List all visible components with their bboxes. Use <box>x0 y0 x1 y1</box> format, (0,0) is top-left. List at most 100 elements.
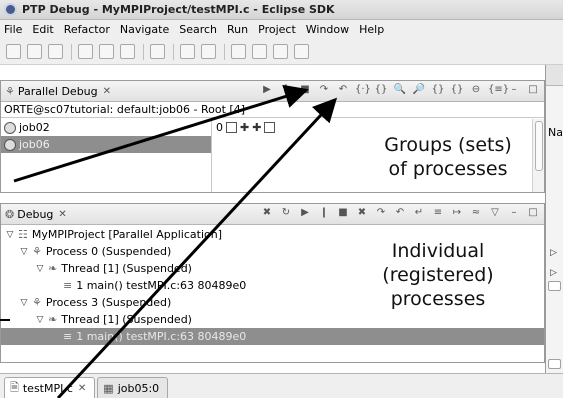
right-panel-column-label: Na <box>548 126 563 139</box>
scroll-left-icon[interactable] <box>548 359 561 369</box>
prev-annotation-icon[interactable] <box>252 44 267 59</box>
job-row-selected[interactable]: job06 <box>1 136 211 153</box>
new-icon[interactable] <box>6 44 21 59</box>
groups-annotation: Groups (sets) of processes <box>362 133 534 181</box>
resume-icon[interactable]: ▶ <box>298 206 312 220</box>
expand-icon[interactable]: ▽ <box>19 298 29 308</box>
variables-tab[interactable] <box>546 65 563 86</box>
annotation-line: of processes <box>388 158 508 180</box>
process-icon[interactable] <box>226 122 237 133</box>
step-into-icon[interactable]: ↷ <box>374 206 388 220</box>
menu-search[interactable]: Search <box>179 23 217 36</box>
process-icon: ⚘ <box>32 296 42 309</box>
editor-tabbar: 🗎 testMPI.c ✕ ▦ job05:0 <box>0 373 563 398</box>
use-filters-icon[interactable]: ≈ <box>469 206 483 220</box>
delete-set-icon[interactable]: ⊖ <box>469 83 483 97</box>
empty-set-icon[interactable]: {} <box>374 83 388 97</box>
remove-from-set-icon[interactable]: {} <box>450 83 464 97</box>
expand-icon[interactable]: ▽ <box>35 264 45 274</box>
tree-row-selected[interactable]: ≡ 1 main() testMPI.c:63 80489e0 <box>1 328 544 345</box>
create-set-icon[interactable]: {·} <box>355 83 371 97</box>
menu-edit[interactable]: Edit <box>32 23 53 36</box>
step-over-icon[interactable]: ↶ <box>393 206 407 220</box>
step-into-icon[interactable]: ↷ <box>317 83 331 97</box>
maximize-icon[interactable]: □ <box>526 206 540 220</box>
tree-label: Thread [1] (Suspended) <box>61 262 192 275</box>
run-icon[interactable] <box>99 44 114 59</box>
job-icon <box>4 138 16 151</box>
print-icon[interactable] <box>48 44 63 59</box>
expand-icon[interactable]: ▽ <box>35 315 45 325</box>
expand-icon[interactable]: ▷ <box>550 268 557 278</box>
annotation-line: Individual <box>391 240 485 262</box>
debug-icon[interactable] <box>78 44 93 59</box>
close-icon[interactable]: ✕ <box>78 383 86 394</box>
scroll-left-icon[interactable] <box>548 281 561 291</box>
toolbar-separator <box>173 43 174 60</box>
editor-tab-label: testMPI.c <box>22 381 73 395</box>
view-menu-icon[interactable]: ▽ <box>488 206 502 220</box>
toggle-icon[interactable] <box>180 44 195 59</box>
minimize-icon[interactable]: – <box>507 83 521 97</box>
annotation-icon[interactable] <box>201 44 216 59</box>
menu-refactor[interactable]: Refactor <box>64 23 110 36</box>
relaunch-icon[interactable]: ↻ <box>279 206 293 220</box>
process-icon[interactable]: ✚ <box>240 121 249 134</box>
expand-icon[interactable]: ▽ <box>19 247 29 257</box>
individual-annotation: Individual (registered) processes <box>352 239 524 311</box>
close-icon[interactable]: ✕ <box>103 86 111 97</box>
new-wizard-icon[interactable] <box>150 44 165 59</box>
debug-icon: ❂ <box>5 207 15 221</box>
parallel-debug-toolbar: ▶ ❙ ■ ↷ ↶ {·} {} 🔍 🔎 {} {} ⊖ {≡} – □ <box>255 83 540 97</box>
minimize-icon[interactable]: – <box>507 206 521 220</box>
debug-tab-label: Debug <box>17 207 54 221</box>
editor-tab-job[interactable]: ▦ job05:0 <box>97 377 169 398</box>
terminate-icon[interactable]: ■ <box>336 206 350 220</box>
menu-help[interactable]: Help <box>359 23 384 36</box>
instruction-step-icon[interactable]: ↦ <box>450 206 464 220</box>
editor-tab-testmpi[interactable]: 🗎 testMPI.c ✕ <box>4 377 96 398</box>
save-icon[interactable] <box>27 44 42 59</box>
tree-label: Process 3 (Suspended) <box>45 296 172 309</box>
expand-icon[interactable]: ▷ <box>550 248 557 258</box>
add-to-set-icon[interactable]: {} <box>431 83 445 97</box>
zoom-in-icon[interactable]: 🔍 <box>393 83 407 97</box>
menu-project[interactable]: Project <box>258 23 296 36</box>
parallel-debug-icon: ⚘ <box>5 84 15 98</box>
zoom-out-icon[interactable]: 🔎 <box>412 83 426 97</box>
debug-tab[interactable]: ❂ Debug ✕ <box>5 208 67 221</box>
drop-frame-icon[interactable]: ≡ <box>431 206 445 220</box>
close-icon[interactable]: ✕ <box>58 209 66 220</box>
remove-launch-icon[interactable]: ✖ <box>260 206 274 220</box>
suspend-icon[interactable]: ❙ <box>279 83 293 97</box>
forward-icon[interactable] <box>294 44 309 59</box>
back-icon[interactable] <box>273 44 288 59</box>
suspend-icon[interactable]: ❙ <box>317 206 331 220</box>
job-label: job06 <box>19 138 50 151</box>
toolbar-separator <box>71 43 72 60</box>
terminate-icon[interactable]: ■ <box>298 83 312 97</box>
editor-tab-label: job05:0 <box>117 381 160 395</box>
tree-label: MyMPIProject [Parallel Application] <box>31 228 222 241</box>
toolbar-separator <box>143 43 144 60</box>
process-icon[interactable] <box>264 122 276 133</box>
expand-icon[interactable]: ▽ <box>5 230 15 240</box>
window-title: PTP Debug - MyMPIProject/testMPI.c - Ecl… <box>22 3 335 16</box>
tree-row[interactable]: ▽ ❧ Thread [1] (Suspended) <box>1 311 544 328</box>
parallel-debug-tab[interactable]: ⚘ Parallel Debug ✕ <box>5 85 111 98</box>
resume-icon[interactable]: ▶ <box>260 83 274 97</box>
maximize-icon[interactable]: □ <box>526 83 540 97</box>
menu-run[interactable]: Run <box>227 23 248 36</box>
set-dropdown-icon[interactable]: {≡} <box>488 83 509 97</box>
next-annotation-icon[interactable] <box>231 44 246 59</box>
job-row[interactable]: job02 <box>1 119 211 136</box>
process-icon[interactable]: ✚ <box>252 121 261 134</box>
menu-window[interactable]: Window <box>306 23 349 36</box>
menu-navigate[interactable]: Navigate <box>120 23 169 36</box>
external-tools-icon[interactable] <box>120 44 135 59</box>
step-return-icon[interactable]: ↵ <box>412 206 426 220</box>
menu-file[interactable]: File <box>4 23 22 36</box>
scrollbar-thumb[interactable] <box>535 121 543 171</box>
step-over-icon[interactable]: ↶ <box>336 83 350 97</box>
disconnect-icon[interactable]: ✖ <box>355 206 369 220</box>
